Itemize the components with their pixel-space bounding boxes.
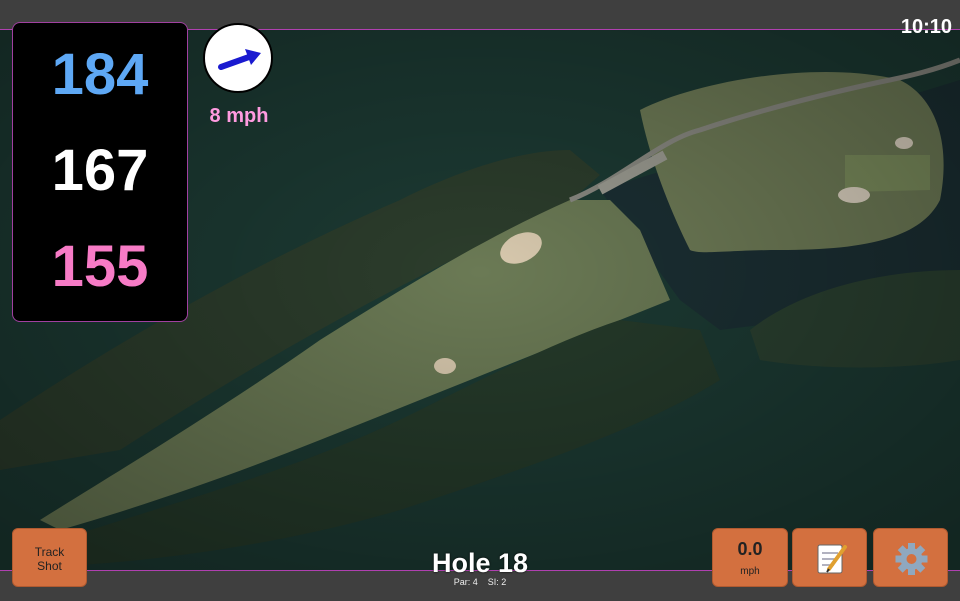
distance-panel: 184 167 155	[12, 22, 188, 322]
distance-front: 155	[51, 234, 149, 299]
hole-title: Hole 18	[431, 548, 529, 578]
speed-button[interactable]: 0.0 mph	[712, 528, 788, 587]
wind-speed: 8 mph	[209, 105, 269, 127]
speed-unit: mph	[740, 566, 760, 577]
wind-arrow-icon	[218, 49, 261, 70]
clock: 10:10	[900, 16, 952, 38]
hole-par: Par: 4	[453, 577, 478, 587]
notes-button[interactable]	[792, 528, 867, 587]
track-shot-label-line2: Shot	[37, 559, 62, 573]
gear-icon	[895, 543, 928, 575]
hole-stroke-index: SI: 2	[487, 577, 507, 587]
track-shot-button[interactable]: Track Shot	[12, 528, 87, 587]
hole-meta: Par: 4 SI: 2	[380, 577, 580, 587]
distance-back: 184	[51, 42, 149, 107]
wind-indicator	[203, 23, 273, 93]
settings-button[interactable]	[873, 528, 948, 587]
speed-value: 0.0	[737, 539, 763, 559]
notepad-icon	[817, 544, 847, 574]
track-shot-label-line1: Track	[34, 545, 65, 559]
distance-middle: 167	[51, 138, 149, 203]
